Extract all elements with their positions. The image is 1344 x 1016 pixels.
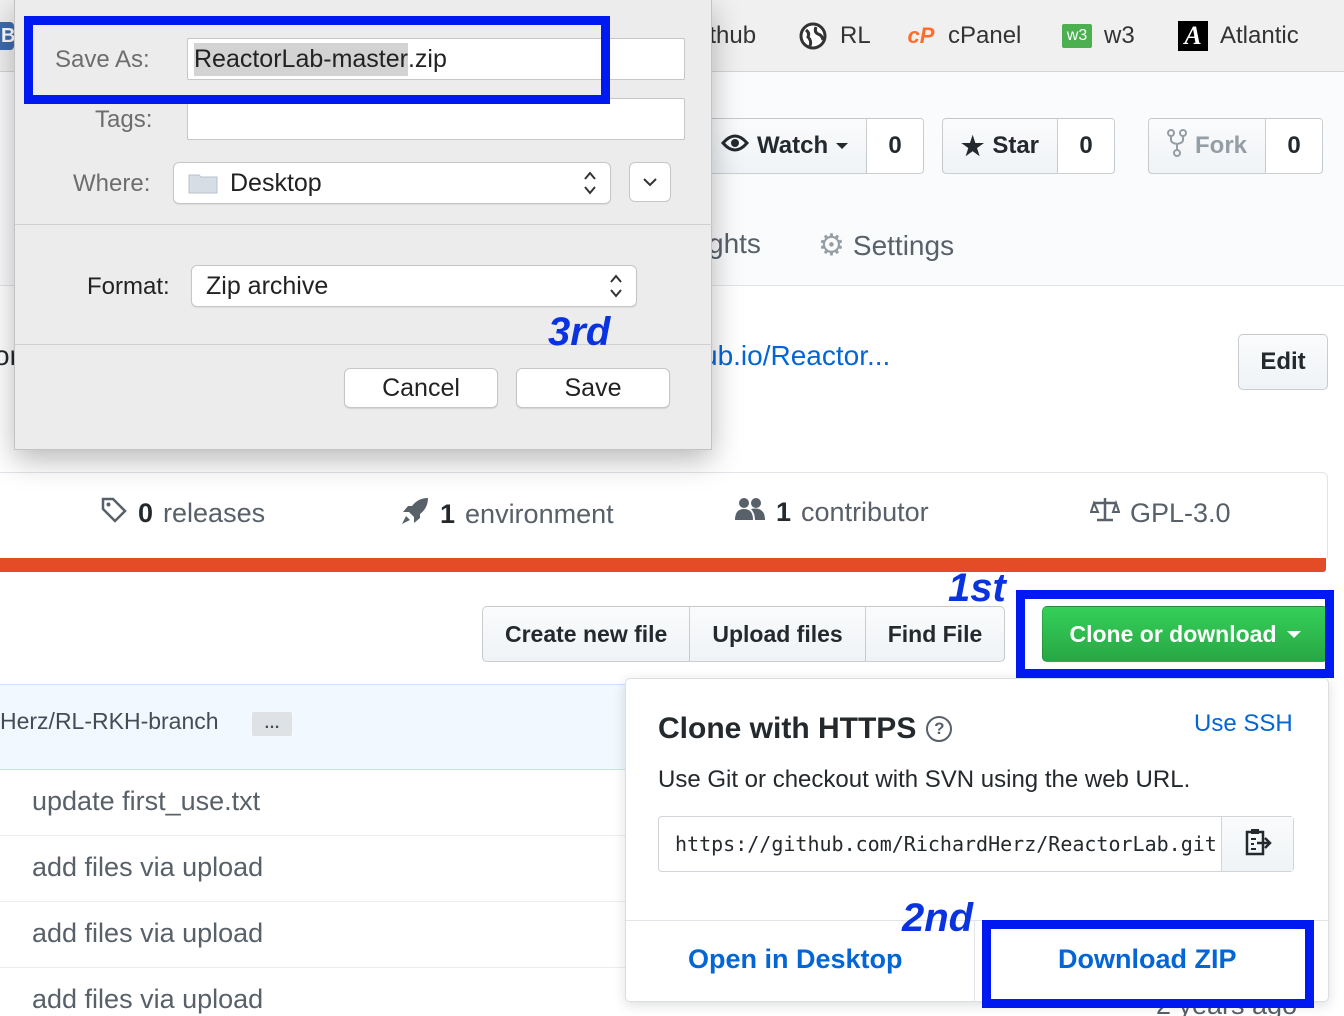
folder-icon (188, 174, 218, 194)
footer-divider (974, 921, 975, 1001)
watch-count[interactable]: 0 (867, 119, 924, 173)
edit-button[interactable]: Edit (1238, 334, 1328, 390)
bookmark-cpanel[interactable]: cP cPanel (906, 18, 1022, 54)
highlight-clone-button (1016, 590, 1334, 678)
clone-dropdown-title: Clone with HTTPS ? (658, 712, 953, 746)
commit-branch-text[interactable]: Herz/RL-RKH-branch (0, 708, 219, 735)
use-ssh-link[interactable]: Use SSH (1194, 710, 1293, 738)
releases-label: releases (163, 498, 266, 528)
updown-chevron-icon (584, 171, 596, 195)
format-value: Zip archive (206, 271, 329, 300)
cancel-button[interactable]: Cancel (344, 368, 498, 408)
tags-field[interactable] (187, 98, 685, 140)
contributors-count: 1 (776, 497, 792, 527)
license-link[interactable]: GPL-3.0 (1089, 496, 1231, 531)
updown-chevron-icon (610, 274, 622, 298)
tab-settings-label: Settings (852, 229, 955, 261)
cpanel-icon: cP (907, 23, 935, 48)
create-new-file-button[interactable]: Create new file (483, 607, 691, 661)
language-bar[interactable] (0, 558, 1326, 572)
step-1-label: 1st (948, 566, 1006, 610)
globe-icon (798, 21, 828, 51)
bookmark-rl[interactable]: RL (798, 18, 871, 54)
eye-icon (721, 132, 749, 161)
file-row: add files via upload (0, 836, 636, 902)
where-select[interactable]: Desktop (173, 162, 611, 204)
file-row: add files via upload (0, 968, 636, 1016)
commit-message[interactable]: add files via upload (32, 918, 263, 949)
clone-help-text: Use Git or checkout with SVN using the w… (658, 766, 1191, 793)
star-icon: ★ (961, 130, 985, 161)
star-button-group: ★ Star 0 (942, 118, 1115, 174)
upload-files-button[interactable]: Upload files (690, 607, 866, 661)
homepage-link[interactable]: ub.io/Reactor... (702, 340, 890, 372)
clone-url-input[interactable]: https://github.com/RichardHerz/ReactorLa… (659, 817, 1221, 871)
star-label: Star (992, 132, 1039, 159)
gear-icon: ⚙ (818, 229, 845, 262)
star-count[interactable]: 0 (1058, 119, 1114, 173)
contributors-label: contributor (801, 497, 929, 527)
highlight-save-as (24, 16, 610, 104)
step-2-label: 2nd (902, 896, 974, 940)
file-row: add files via upload (0, 902, 636, 968)
tag-icon (100, 496, 128, 531)
expand-commit-button[interactable]: … (252, 712, 292, 736)
file-actions-group: Create new file Upload files Find File (482, 606, 1006, 662)
question-icon[interactable]: ? (926, 716, 953, 742)
clone-url-field: https://github.com/RichardHerz/ReactorLa… (658, 816, 1294, 872)
tab-insights-label: ghts (708, 228, 761, 259)
commit-message[interactable]: add files via upload (32, 852, 263, 883)
file-row: update first_use.txt (0, 770, 636, 836)
bookmark-label: cPanel (948, 22, 1022, 49)
step-3-label: 3rd (548, 310, 611, 354)
law-icon (1089, 496, 1121, 531)
where-value: Desktop (230, 168, 322, 197)
fork-label: Fork (1195, 132, 1248, 159)
find-file-button[interactable]: Find File (866, 607, 1005, 661)
expand-dialog-button[interactable] (629, 162, 671, 202)
save-button[interactable]: Save (516, 368, 670, 408)
open-in-desktop-button[interactable]: Open in Desktop (688, 944, 903, 975)
releases-count: 0 (138, 498, 154, 528)
fork-button[interactable]: Fork (1149, 119, 1267, 173)
tab-settings[interactable]: ⚙ Settings (818, 228, 954, 263)
chevron-down-icon (836, 143, 849, 149)
highlight-download-zip (982, 920, 1314, 1008)
bookmark-label: Atlantic (1220, 22, 1299, 49)
environments-link[interactable]: 1 environment (400, 496, 614, 533)
atlantic-icon: A (1178, 21, 1208, 51)
rocket-icon (400, 496, 430, 533)
contributors-link[interactable]: 1 contributor (734, 496, 929, 529)
clone-title-label: Clone with HTTPS (658, 712, 917, 745)
commit-message[interactable]: add files via upload (32, 984, 263, 1015)
fork-count[interactable]: 0 (1266, 119, 1323, 173)
environments-count: 1 (440, 499, 456, 529)
clipboard-icon (1244, 827, 1272, 862)
where-label: Where: (73, 170, 151, 197)
fork-button-group: Fork 0 (1148, 118, 1324, 174)
copy-url-button[interactable] (1221, 817, 1293, 871)
star-button[interactable]: ★ Star (943, 119, 1058, 173)
bookmark-atlantic[interactable]: A Atlantic (1178, 18, 1299, 54)
bookmark-label: w3 (1104, 22, 1135, 49)
commit-message[interactable]: update first_use.txt (32, 786, 260, 817)
format-select[interactable]: Zip archive (191, 265, 637, 307)
tags-label: Tags: (95, 106, 153, 133)
dialog-separator (15, 224, 713, 225)
chevron-down-icon (643, 178, 657, 187)
bookmark-label: RL (840, 22, 871, 49)
fork-icon (1167, 128, 1187, 164)
watch-label: Watch (757, 132, 829, 159)
bookmark-edge-icon[interactable]: B (0, 22, 14, 50)
releases-link[interactable]: 0 releases (100, 496, 265, 531)
bookmark-w3[interactable]: w3 w3 (1062, 18, 1135, 54)
environments-label: environment (465, 499, 614, 529)
watch-button-group: Watch 0 (702, 118, 925, 174)
license-label: GPL-3.0 (1130, 498, 1231, 528)
format-label: Format: (87, 273, 170, 300)
people-icon (734, 496, 766, 529)
tab-insights[interactable]: ghts (708, 228, 761, 260)
w3-icon: w3 (1062, 24, 1092, 48)
watch-button[interactable]: Watch (703, 119, 868, 173)
